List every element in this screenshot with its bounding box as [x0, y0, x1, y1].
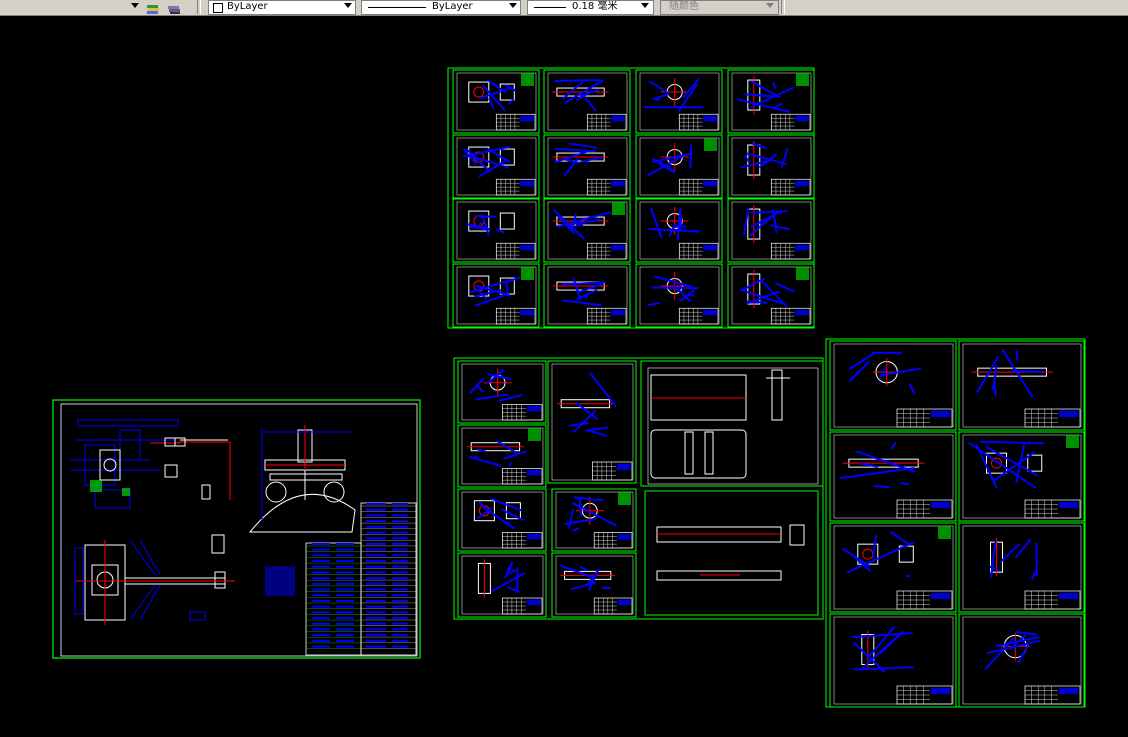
- plotstyle-control[interactable]: 随颜色: [660, 0, 779, 15]
- mid-sheet-0[interactable]: [458, 361, 546, 423]
- properties-toolbar: ByLayer ByLayer 0.18 毫米 随颜色: [0, 0, 1128, 16]
- drawing-area[interactable]: [0, 16, 1128, 733]
- detail-sheet-r3c3[interactable]: [728, 264, 814, 327]
- plan-view-geometry: [85, 545, 225, 620]
- mid-sheet-5[interactable]: [552, 553, 636, 617]
- lineweight-control[interactable]: 0.18 毫米: [527, 0, 654, 15]
- linetype-control[interactable]: ByLayer: [361, 0, 521, 15]
- assembly-sheet[interactable]: [53, 400, 420, 658]
- detail-sheet-r1c3[interactable]: [728, 135, 814, 198]
- detail-sheet-r3c0[interactable]: [453, 264, 539, 327]
- layer-previous-icon[interactable]: [166, 0, 182, 12]
- detail-sheet-r2c3[interactable]: [728, 199, 814, 262]
- right-sheet-r1c0[interactable]: [830, 432, 956, 521]
- model-space-canvas[interactable]: [0, 16, 1128, 733]
- detail-sheet-r0c3[interactable]: [728, 70, 814, 133]
- mid-sheet-4[interactable]: [552, 489, 636, 551]
- right-sheet-r3c0[interactable]: [830, 614, 956, 707]
- linetype-dropdown-arrow[interactable]: [509, 3, 517, 8]
- detail-sheet-r1c0[interactable]: [453, 135, 539, 198]
- mid-sheet-tall[interactable]: [548, 361, 636, 483]
- detail-sheet-r1c2[interactable]: [636, 135, 722, 198]
- linetype-sample: [368, 7, 426, 8]
- right-sheet-r1c1[interactable]: [959, 432, 1084, 521]
- mid-sheet-1[interactable]: [458, 425, 546, 487]
- right-sheet-r2c1[interactable]: [959, 523, 1084, 612]
- top-middle-sheet[interactable]: [641, 361, 823, 486]
- right-sheet-r3c1[interactable]: [959, 614, 1084, 707]
- bottom-middle-sheet[interactable]: [645, 491, 818, 615]
- lineweight-sample: [534, 7, 566, 8]
- color-control[interactable]: ByLayer: [208, 0, 356, 15]
- toolbar-separator: [781, 0, 785, 14]
- parts-list-table: [306, 503, 416, 655]
- color-swatch: [213, 3, 223, 13]
- right-sheet-r0c1[interactable]: [959, 341, 1084, 430]
- layer-dropdown-arrow[interactable]: [131, 3, 139, 8]
- detail-sheet-r0c0[interactable]: [453, 70, 539, 133]
- linetype-value: ByLayer: [432, 1, 473, 12]
- lineweight-dropdown-arrow[interactable]: [641, 3, 649, 8]
- detail-sheet-r2c0[interactable]: [453, 199, 539, 262]
- mid-sheet-3[interactable]: [458, 553, 546, 617]
- detail-sheet-r3c2[interactable]: [636, 264, 722, 327]
- detail-sheet-r3c1[interactable]: [544, 264, 630, 327]
- color-dropdown-arrow[interactable]: [344, 3, 352, 8]
- right-sheet-r2c0[interactable]: [830, 523, 956, 612]
- detail-sheet-r0c2[interactable]: [636, 70, 722, 133]
- layer-states-icon[interactable]: [146, 0, 160, 12]
- toolbar-separator: [197, 0, 201, 14]
- detail-sheet-r1c1[interactable]: [544, 135, 630, 198]
- detail-sheet-r2c2[interactable]: [636, 199, 722, 262]
- detail-sheet-r0c1[interactable]: [544, 70, 630, 133]
- mid-sheet-2[interactable]: [458, 489, 546, 551]
- color-value: ByLayer: [227, 1, 268, 12]
- lineweight-value: 0.18 毫米: [572, 1, 617, 12]
- right-sheet-r0c0[interactable]: [830, 341, 956, 430]
- plotstyle-value: 随颜色: [669, 1, 699, 12]
- front-view-geometry: [70, 430, 175, 508]
- detail-sheet-r2c1[interactable]: [544, 199, 630, 262]
- plotstyle-dropdown-arrow[interactable]: [766, 3, 774, 8]
